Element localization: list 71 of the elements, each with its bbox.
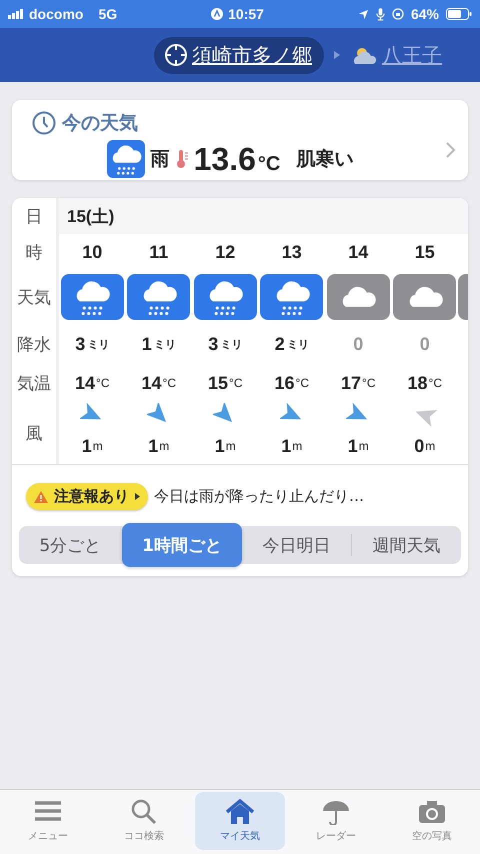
app-store-icon <box>211 8 224 20</box>
feeling-label: 肌寒い <box>296 147 354 172</box>
clock-time: 10:57 <box>228 6 264 22</box>
wind-speed: 1m <box>348 434 369 458</box>
chevron-right-icon <box>446 142 456 158</box>
home-icon <box>225 799 255 825</box>
carrier-name: docomo <box>29 6 84 22</box>
precipitation: 3 ミリ <box>75 332 110 356</box>
precipitation: 1 ミリ <box>142 332 176 356</box>
wind-speed: 1m <box>281 434 302 458</box>
battery-icon <box>446 8 472 20</box>
thermometer-icon <box>176 149 188 169</box>
alert-text[interactable]: 今日は雨が降ったり止んだり… <box>154 487 364 506</box>
hour-label: 11 <box>149 240 168 264</box>
precipitation: 2 ミリ <box>274 332 309 356</box>
view-mode-tab[interactable]: 1時間ごと <box>122 523 242 567</box>
location-tab[interactable]: 八王子 <box>350 42 442 68</box>
camera-icon <box>417 799 447 825</box>
row-label: 天気 <box>17 286 51 310</box>
row-label: 気温 <box>17 372 51 396</box>
network-type: 5G <box>98 6 118 22</box>
date-label: 15(土) <box>67 206 114 228</box>
warning-icon <box>34 490 48 502</box>
temperature: 17°C <box>341 372 376 394</box>
precipitation: 0 <box>420 332 430 356</box>
view-mode-tab[interactable]: 週間天気 <box>351 534 461 556</box>
arrow-icon <box>334 51 340 59</box>
wind-speed: 1m <box>82 434 103 458</box>
row-label: 降水 <box>17 334 51 356</box>
nav-tab[interactable]: ココ検索 <box>99 792 189 850</box>
alert-badge[interactable]: 注意報あり <box>26 483 148 510</box>
weather-label: 雨 <box>150 147 170 172</box>
card-title: 今の天気 <box>62 111 138 136</box>
hour-label: 15 <box>414 240 435 264</box>
nav-tab[interactable]: マイ天気 <box>195 792 285 850</box>
temperature: 18°C <box>408 372 442 394</box>
clock-icon <box>32 111 56 135</box>
nav-tab[interactable]: 空の写真 <box>387 792 477 850</box>
precipitation: 3 ミリ <box>208 332 242 356</box>
location-arrow-icon <box>358 8 369 20</box>
nav-tab[interactable]: レーダー <box>291 792 381 850</box>
search-icon <box>129 799 159 825</box>
temperature: 16°C <box>274 372 309 394</box>
rotation-lock-icon <box>392 8 404 20</box>
temperature: 14°C <box>142 372 176 394</box>
temperature: 13.6°C <box>194 140 280 178</box>
hour-label: 13 <box>282 240 302 264</box>
wind-speed: 1m <box>214 434 236 458</box>
temperature: 15°C <box>208 372 242 394</box>
wind-speed: 1m <box>148 434 170 458</box>
umbrella-icon <box>321 799 351 825</box>
wind-speed: 0 m <box>414 434 436 458</box>
view-mode-tab[interactable]: 5分ごと <box>19 526 122 564</box>
battery-percent: 64% <box>410 6 439 22</box>
precipitation: 0 <box>353 332 364 356</box>
rain-icon <box>106 140 145 178</box>
row-label: 風 <box>26 422 42 446</box>
hour-label: 12 <box>215 240 236 264</box>
location-tab[interactable]: 須崎市多ノ郷 <box>154 36 324 74</box>
hour-label: 10 <box>82 240 102 264</box>
row-label: 日 <box>26 206 42 228</box>
temperature: 14°C <box>75 372 110 394</box>
nav-tab[interactable]: メニュー <box>3 792 93 850</box>
caret-icon <box>135 493 140 500</box>
crosshair-icon <box>164 43 188 67</box>
current-weather-card[interactable]: 今の天気 雨 13.6°C 肌寒い <box>12 100 468 180</box>
signal-icon <box>8 9 24 19</box>
row-label: 時 <box>26 242 42 264</box>
view-mode-tab[interactable]: 今日明日 <box>242 526 352 564</box>
hour-label: 14 <box>348 240 368 264</box>
microphone-icon <box>376 8 385 20</box>
